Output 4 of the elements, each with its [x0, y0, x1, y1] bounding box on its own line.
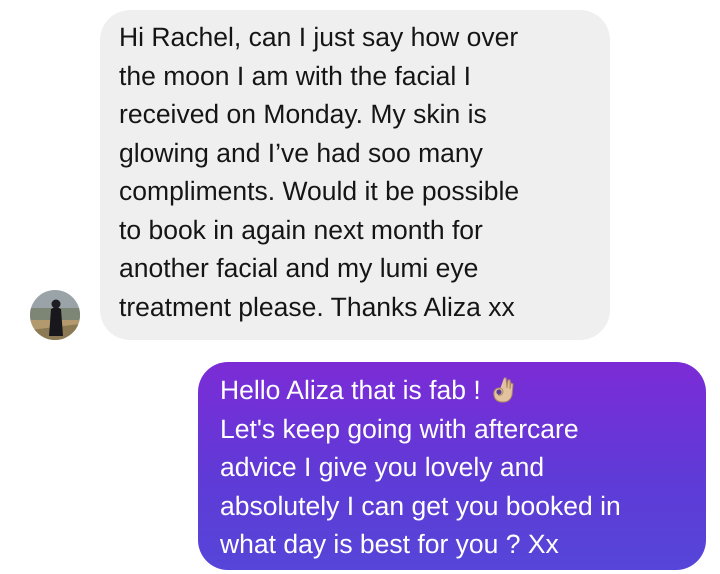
message-text: Let's keep going with aftercare advice I give you lovely and absolutely I can get you booked in what day is best for you ? Xx: [220, 414, 621, 559]
message-text: Hello Aliza that is fab !: [220, 374, 481, 407]
message-text: Hi Rachel, can I just say how over the moon I am with the facial I received on Monday. My skin is glowing and I’ve had soo many compliments. Would it be possible to book in again next month for another facial and my lumi eye treatment please. Thanks Aliza xx: [119, 21, 520, 324]
ok-hand-icon: [490, 376, 515, 404]
